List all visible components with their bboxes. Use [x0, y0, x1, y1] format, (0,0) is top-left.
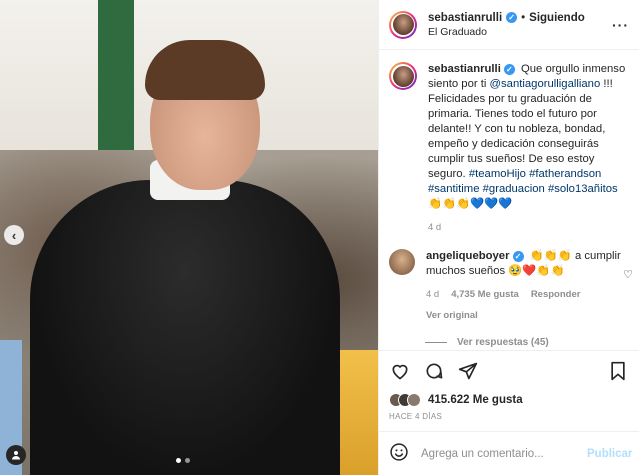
share-icon[interactable]	[457, 360, 479, 382]
chevron-left-icon[interactable]: ‹	[4, 225, 24, 245]
carousel-dot	[185, 458, 190, 463]
carousel-dot	[176, 458, 181, 463]
comment-emojis-2: 🥹❤️👏👏	[508, 265, 565, 277]
post-header: sebastianrulli ✓ • Siguiendo El Graduado…	[379, 0, 639, 50]
post-time-ago: HACE 4 DÍAS	[389, 412, 443, 421]
reply-button[interactable]: Responder	[531, 287, 581, 302]
liker-avatars[interactable]	[389, 393, 421, 407]
caption-text-2: !!! Felicidades por tu graduación de pri…	[428, 78, 613, 180]
caption-username[interactable]: sebastianrulli	[428, 63, 501, 75]
comment-input[interactable]	[421, 447, 575, 460]
emoji-icon[interactable]	[389, 442, 409, 465]
post-side-panel: sebastianrulli ✓ • Siguiendo El Graduado…	[378, 0, 639, 475]
comment-time: 4 d	[426, 289, 440, 300]
following-button[interactable]: Siguiendo	[529, 12, 585, 24]
post-actions	[379, 350, 639, 390]
photo-hair	[145, 40, 265, 100]
avatar[interactable]	[389, 249, 415, 275]
add-comment-bar: Publicar	[379, 431, 639, 475]
verified-icon: ✓	[503, 64, 515, 75]
carousel-dots	[176, 458, 190, 463]
comment-item: angeliqueboyer ✓ 👏👏👏 a cumplir muchos sue…	[389, 249, 629, 323]
photo-window-frame	[98, 0, 134, 150]
post-comment-button[interactable]: Publicar	[587, 448, 632, 460]
see-original-button[interactable]: Ver original	[426, 308, 626, 323]
comment-username[interactable]: angeliqueboyer	[426, 250, 510, 262]
caption: sebastianrulli ✓ Que orgullo inmenso sien…	[389, 62, 629, 235]
comment-emojis-1: 👏👏👏	[529, 250, 572, 262]
caption-emojis: 👏👏👏💙💙💙	[428, 198, 513, 210]
view-replies-label: Ver respuestas (45)	[457, 337, 549, 348]
more-icon[interactable]: ···	[612, 17, 629, 33]
caption-time: 4 d	[428, 222, 442, 233]
heart-icon[interactable]	[389, 360, 411, 382]
comment-icon[interactable]	[423, 360, 445, 382]
comment-heart-icon[interactable]: ♡	[623, 268, 633, 281]
view-replies-button[interactable]: Ver respuestas (45)	[425, 337, 629, 348]
avatar[interactable]	[389, 10, 417, 39]
comments-section: sebastianrulli ✓ Que orgullo inmenso sien…	[379, 50, 639, 350]
likes-row: 415.622 Me gusta	[379, 390, 639, 410]
post-username[interactable]: sebastianrulli	[428, 12, 502, 24]
replies-line	[425, 342, 447, 343]
comment-likes[interactable]: 4,735 Me gusta	[451, 287, 519, 302]
avatar[interactable]	[389, 62, 417, 90]
verified-icon: ✓	[506, 12, 518, 23]
verified-icon: ✓	[512, 251, 524, 262]
bookmark-icon[interactable]	[607, 360, 629, 382]
photo-graduation-gown	[30, 180, 340, 475]
post-photo[interactable]: ‹	[0, 0, 378, 475]
user-tag-icon[interactable]	[6, 445, 26, 465]
separator-dot: •	[521, 11, 526, 24]
likes-count[interactable]: 415.622 Me gusta	[428, 394, 523, 406]
avatar	[407, 393, 421, 407]
post-location[interactable]: El Graduado	[428, 26, 585, 38]
mention-link[interactable]: @santiagorulligalliano	[490, 78, 601, 90]
